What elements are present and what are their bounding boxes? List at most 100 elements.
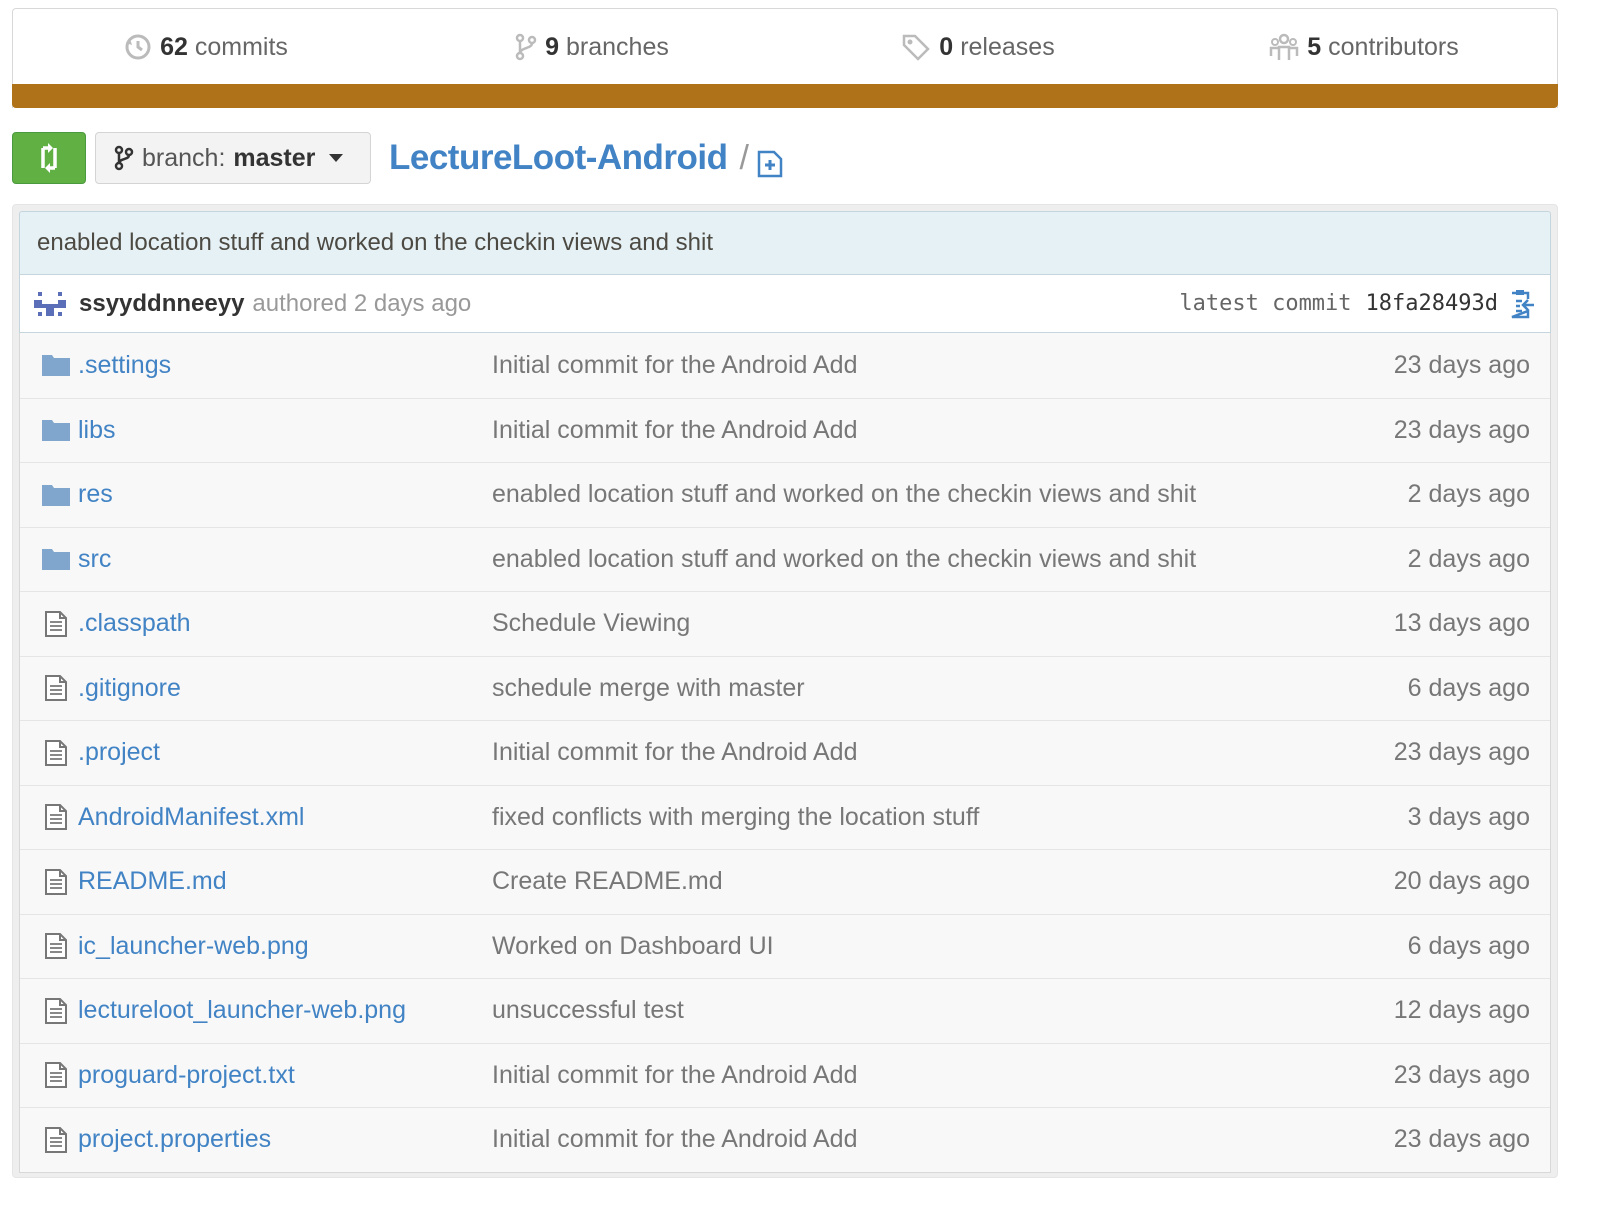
new-file-icon[interactable] <box>757 150 783 178</box>
file-commit-message-link[interactable]: Initial commit for the Android Add <box>492 416 1330 445</box>
commit-meta: ssyyddnneeyy authored 2 days ago latest … <box>19 275 1551 333</box>
file-name-link[interactable]: README.md <box>78 867 492 896</box>
commits-count: 62 <box>160 32 188 61</box>
file-row: .settings Initial commit for the Android … <box>20 333 1550 398</box>
file-row: src enabled location stuff and worked on … <box>20 526 1550 592</box>
file-text-icon <box>38 610 74 638</box>
file-navigation: branch: master LectureLoot-Android / <box>12 132 783 184</box>
file-listing-container: enabled location stuff and worked on the… <box>12 204 1558 1178</box>
file-commit-message-link[interactable]: fixed conflicts with merging the locatio… <box>492 803 1330 832</box>
compare-button[interactable] <box>12 132 86 184</box>
releases-count: 0 <box>939 32 954 61</box>
folder-icon <box>38 483 74 507</box>
history-icon <box>125 34 151 60</box>
file-age: 13 days ago <box>1393 609 1530 638</box>
branches-link[interactable]: 9 branches <box>399 33 785 62</box>
file-age: 6 days ago <box>1407 931 1530 960</box>
file-name-link[interactable]: .settings <box>78 351 492 380</box>
file-row: .classpath Schedule Viewing 13 days ago <box>20 591 1550 656</box>
file-row: .project Initial commit for the Android A… <box>20 720 1550 785</box>
file-commit-message-link[interactable]: unsuccessful test <box>492 996 1330 1025</box>
branch-name: master <box>233 143 316 172</box>
file-name-link[interactable]: ic_launcher-web.png <box>78 932 492 961</box>
file-row: libs Initial commit for the Android Add 23… <box>20 397 1550 463</box>
branch-select-button[interactable]: branch: master <box>95 132 371 184</box>
clipboard-icon[interactable] <box>1508 289 1536 319</box>
file-row: AndroidManifest.xml fixed conflicts with … <box>20 784 1550 850</box>
commit-message[interactable]: enabled location stuff and worked on the… <box>19 211 1551 275</box>
file-name-link[interactable]: AndroidManifest.xml <box>78 803 492 832</box>
file-text-icon <box>38 739 74 767</box>
file-name-link[interactable]: .gitignore <box>78 674 492 703</box>
file-age: 20 days ago <box>1393 867 1530 896</box>
file-row: .gitignore schedule merge with master 6 da… <box>20 655 1550 721</box>
latest-commit-info: latest commit 18fa28493d <box>1179 289 1536 319</box>
file-commit-message-link[interactable]: enabled location stuff and worked on the… <box>492 545 1330 574</box>
file-age: 2 days ago <box>1407 544 1530 573</box>
repo-name-link[interactable]: LectureLoot-Android <box>389 138 728 178</box>
folder-icon <box>38 547 74 571</box>
commit-author[interactable]: ssyyddnneeyy <box>79 290 244 318</box>
contributors-link[interactable]: 5 contributors <box>1171 32 1557 62</box>
breadcrumb-separator: / <box>739 138 749 177</box>
file-age: 12 days ago <box>1393 996 1530 1025</box>
file-name-link[interactable]: .project <box>78 738 492 767</box>
file-commit-message-link[interactable]: Worked on Dashboard UI <box>492 932 1330 961</box>
file-commit-message-link[interactable]: Initial commit for the Android Add <box>492 351 1330 380</box>
file-text-icon <box>38 1126 74 1154</box>
file-age: 2 days ago <box>1407 480 1530 509</box>
branch-icon <box>515 33 537 61</box>
commits-link[interactable]: 62 commits <box>13 33 399 62</box>
branches-count: 9 <box>545 32 560 61</box>
folder-icon <box>38 353 74 377</box>
file-commit-message-link[interactable]: Initial commit for the Android Add <box>492 1125 1330 1154</box>
branch-icon <box>114 145 134 171</box>
repo-stats-bar: 62 commits 9 branches 0 releases 5 contr… <box>12 8 1558 108</box>
file-name-link[interactable]: src <box>78 545 492 574</box>
file-commit-message-link[interactable]: Schedule Viewing <box>492 609 1330 638</box>
file-row: proguard-project.txt Initial commit for t… <box>20 1042 1550 1108</box>
file-age: 6 days ago <box>1407 673 1530 702</box>
file-text-icon <box>38 803 74 831</box>
file-text-icon <box>38 1061 74 1089</box>
file-age: 23 days ago <box>1393 350 1530 379</box>
file-table: .settings Initial commit for the Android … <box>19 333 1551 1173</box>
branch-label: branch: <box>142 143 226 172</box>
commits-label: commits <box>194 32 288 61</box>
file-age: 23 days ago <box>1393 415 1530 444</box>
file-name-link[interactable]: lectureloot_launcher-web.png <box>78 996 492 1025</box>
file-name-link[interactable]: .classpath <box>78 609 492 638</box>
compare-icon <box>41 143 57 173</box>
file-age: 3 days ago <box>1407 802 1530 831</box>
organization-icon <box>1269 33 1299 60</box>
releases-label: releases <box>960 32 1055 61</box>
file-text-icon <box>38 997 74 1025</box>
file-name-link[interactable]: proguard-project.txt <box>78 1061 492 1090</box>
file-commit-message-link[interactable]: schedule merge with master <box>492 674 1330 703</box>
file-row: ic_launcher-web.png Worked on Dashboard U… <box>20 913 1550 979</box>
file-name-link[interactable]: libs <box>78 416 492 445</box>
latest-commit-label: latest commit <box>1179 291 1352 316</box>
file-row: res enabled location stuff and worked on … <box>20 462 1550 527</box>
file-row: project.properties Initial commit for the… <box>20 1107 1550 1172</box>
chevron-down-icon <box>329 154 344 162</box>
commit-authored-time: authored 2 days ago <box>252 289 472 317</box>
avatar[interactable] <box>34 287 66 320</box>
file-text-icon <box>38 868 74 896</box>
file-commit-message-link[interactable]: Initial commit for the Android Add <box>492 738 1330 767</box>
language-bar[interactable] <box>12 84 1558 108</box>
file-row: README.md Create README.md 20 days ago <box>20 849 1550 914</box>
file-commit-message-link[interactable]: Initial commit for the Android Add <box>492 1061 1330 1090</box>
file-name-link[interactable]: res <box>78 480 492 509</box>
file-name-link[interactable]: project.properties <box>78 1125 492 1154</box>
file-row: lectureloot_launcher-web.png unsuccessful… <box>20 978 1550 1043</box>
file-age: 23 days ago <box>1393 738 1530 767</box>
file-commit-message-link[interactable]: Create README.md <box>492 867 1330 896</box>
file-text-icon <box>38 674 74 702</box>
releases-link[interactable]: 0 releases <box>785 33 1171 62</box>
contributors-count: 5 <box>1307 32 1322 61</box>
file-commit-message-link[interactable]: enabled location stuff and worked on the… <box>492 480 1330 509</box>
file-age: 23 days ago <box>1393 1060 1530 1089</box>
commit-sha-link[interactable]: 18fa28493d <box>1366 291 1498 316</box>
branches-label: branches <box>566 32 669 61</box>
